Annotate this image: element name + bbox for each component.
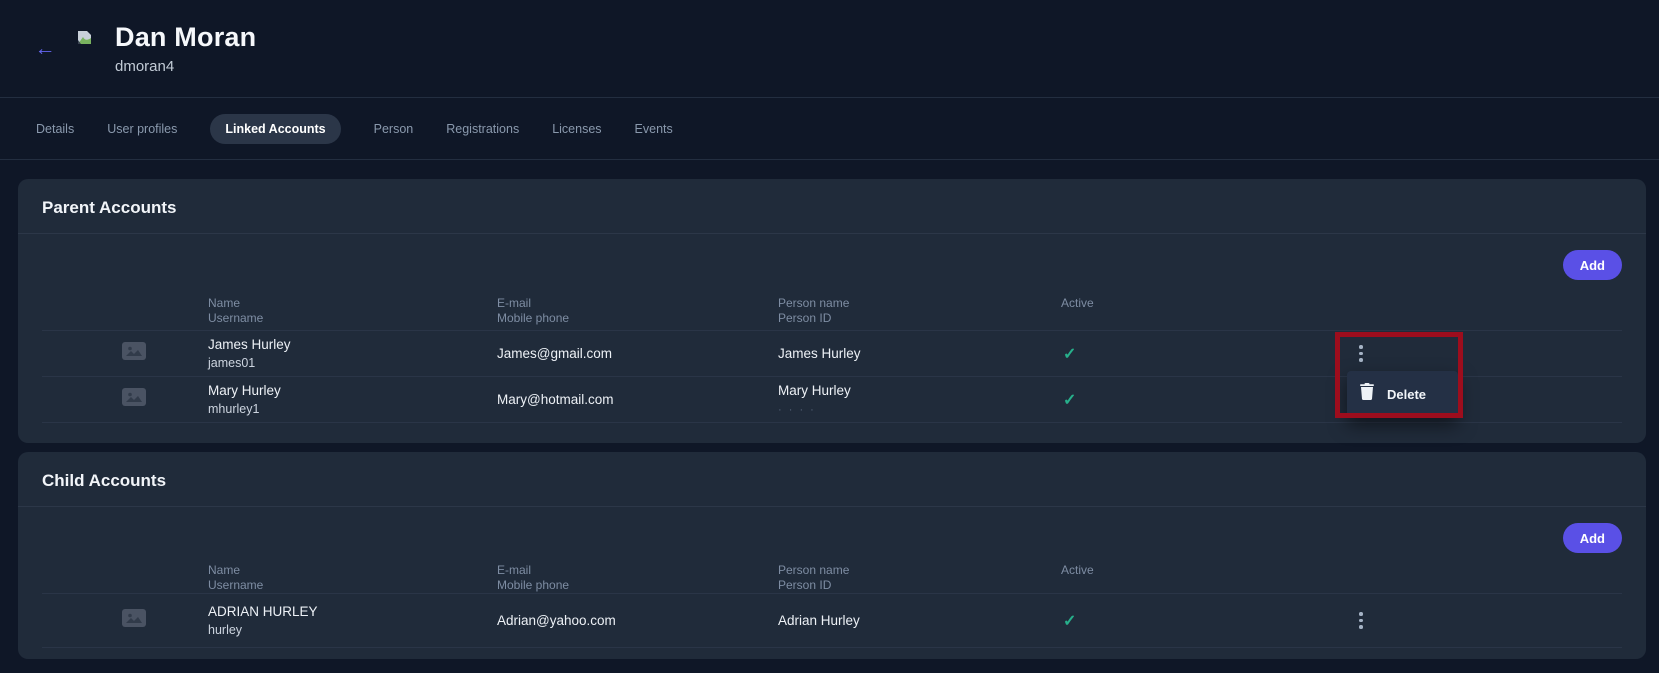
account-username: mhurley1 [208, 402, 497, 416]
add-parent-account-button[interactable]: Add [1563, 250, 1622, 280]
account-email: James@gmail.com [497, 346, 778, 361]
arrow-left-icon: ← [35, 37, 56, 61]
column-person: Person name Person ID [778, 296, 1061, 326]
page-subtitle: dmoran4 [115, 58, 256, 75]
column-person: Person name Person ID [778, 563, 1061, 593]
row-context-menu: Delete [1347, 371, 1458, 417]
parent-accounts-panel: Parent Accounts Add Name Username E-mail… [18, 179, 1646, 443]
person-name: Adrian Hurley [778, 613, 1061, 628]
row-actions-menu-button[interactable] [1352, 342, 1370, 366]
tab-registrations[interactable]: Registrations [446, 122, 519, 136]
table-row: James Hurley james01 James@gmail.com Jam… [42, 330, 1622, 376]
page-header: ← Dan Moran dmoran4 [0, 0, 1659, 98]
user-avatar-broken-image-icon [76, 30, 93, 50]
column-name-username: Name Username [208, 296, 497, 326]
person-name: Mary Hurley [778, 383, 1061, 398]
row-actions-menu-button[interactable] [1352, 609, 1370, 633]
account-email: Mary@hotmail.com [497, 392, 778, 407]
child-accounts-header: Child Accounts [18, 452, 1646, 507]
account-name: ADRIAN HURLEY [208, 604, 497, 619]
tab-user-profiles[interactable]: User profiles [107, 122, 177, 136]
tab-details[interactable]: Details [36, 122, 74, 136]
parent-accounts-header: Parent Accounts [18, 179, 1646, 234]
person-name: James Hurley [778, 346, 1061, 361]
account-email: Adrian@yahoo.com [497, 613, 778, 628]
table-header-row: Name Username E-mail Mobile phone Person… [42, 553, 1622, 593]
column-email-phone: E-mail Mobile phone [497, 563, 778, 593]
tab-licenses[interactable]: Licenses [552, 122, 601, 136]
ellipsis-icon [1359, 345, 1363, 349]
table-header-row: Name Username E-mail Mobile phone Person… [42, 280, 1622, 330]
panel-title: Child Accounts [42, 471, 166, 491]
panel-title: Parent Accounts [42, 198, 176, 218]
tab-linked-accounts[interactable]: Linked Accounts [210, 114, 340, 144]
column-active: Active [1061, 296, 1290, 311]
tab-person[interactable]: Person [374, 122, 414, 136]
image-placeholder-icon [122, 609, 208, 632]
ellipsis-icon [1359, 612, 1363, 616]
child-accounts-table: Name Username E-mail Mobile phone Person… [42, 553, 1622, 648]
trash-icon [1360, 383, 1374, 405]
account-name: James Hurley [208, 337, 497, 352]
child-accounts-panel: Child Accounts Add Name Username E-mail … [18, 452, 1646, 659]
child-accounts-toolbar: Add [18, 507, 1646, 553]
user-identity: Dan Moran dmoran4 [115, 22, 256, 75]
parent-accounts-toolbar: Add [18, 234, 1646, 280]
account-username: hurley [208, 623, 497, 637]
tabs-bar: Details User profiles Linked Accounts Pe… [0, 98, 1659, 160]
main-content: Parent Accounts Add Name Username E-mail… [0, 179, 1659, 659]
image-placeholder-icon [122, 388, 208, 411]
account-name: Mary Hurley [208, 383, 497, 398]
column-active: Active [1061, 563, 1290, 578]
delete-menu-item[interactable]: Delete [1387, 387, 1426, 402]
active-check-icon: ✓ [1061, 346, 1076, 363]
account-username: james01 [208, 356, 497, 370]
image-placeholder-icon [122, 342, 208, 365]
back-button[interactable]: ← [30, 34, 60, 64]
page-title: Dan Moran [115, 22, 256, 53]
tab-events[interactable]: Events [635, 122, 673, 136]
table-bottom-divider [42, 647, 1622, 648]
column-email-phone: E-mail Mobile phone [497, 296, 778, 326]
add-child-account-button[interactable]: Add [1563, 523, 1622, 553]
person-id-masked: · · · · [778, 404, 1061, 416]
table-row: ADRIAN HURLEY hurley Adrian@yahoo.com Ad… [42, 593, 1622, 647]
user-detail-page: ← Dan Moran dmoran4 Details User profile… [0, 0, 1659, 673]
active-check-icon: ✓ [1061, 392, 1076, 409]
column-name-username: Name Username [208, 563, 497, 593]
table-bottom-divider [42, 422, 1622, 423]
active-check-icon: ✓ [1061, 613, 1076, 630]
